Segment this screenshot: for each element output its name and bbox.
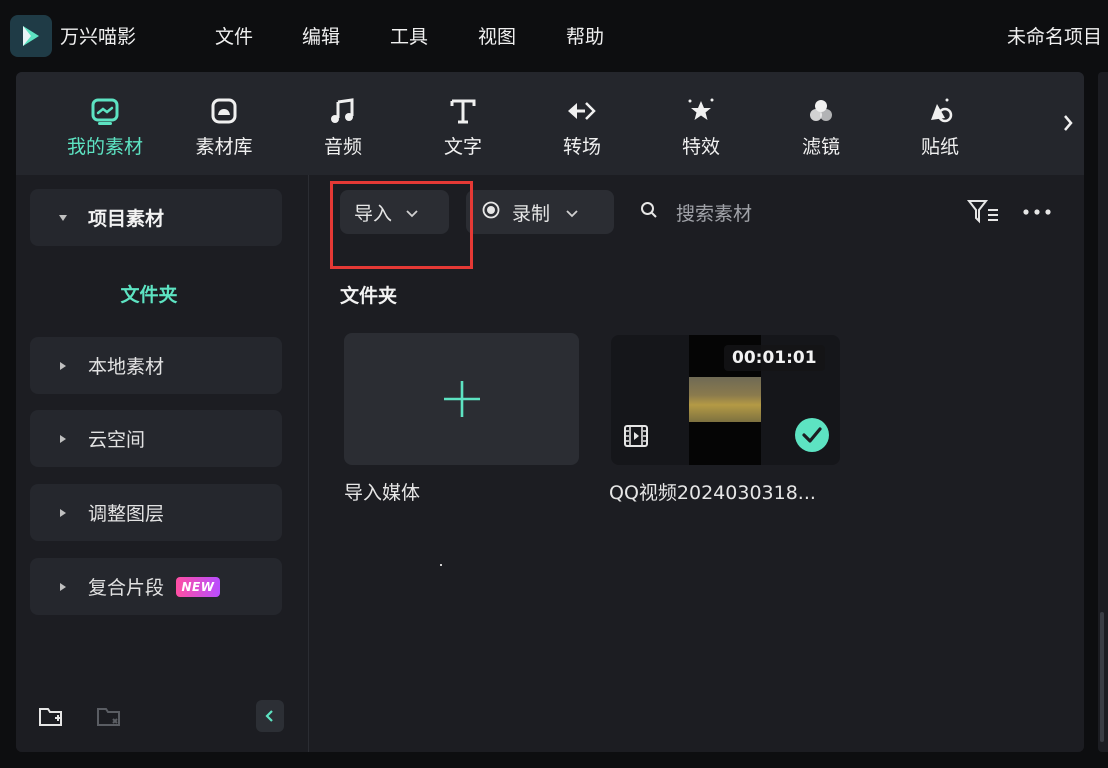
- project-name[interactable]: 未命名项目: [1007, 22, 1102, 49]
- caret-right-icon: [56, 508, 70, 518]
- text-t-icon: [446, 94, 480, 128]
- transition-icon: [565, 94, 599, 128]
- tool-stock-library[interactable]: 素材库: [179, 94, 269, 159]
- asset-toolbar: 我的素材 素材库 音频 文字 转场 特效 滤镜 贴纸: [16, 72, 1084, 175]
- effects-icon: [684, 94, 718, 128]
- tool-effects[interactable]: 特效: [656, 94, 746, 159]
- caret-right-icon: [56, 361, 70, 371]
- caret-down-icon: [56, 214, 70, 222]
- music-note-icon: [326, 94, 360, 128]
- tile-label: 导入媒体: [344, 482, 421, 504]
- film-strip-icon: [623, 423, 649, 449]
- video-thumbnail: [689, 377, 761, 422]
- collapse-sidebar-button[interactable]: [256, 700, 284, 732]
- sidebar-item-cloud[interactable]: 云空间: [30, 410, 282, 467]
- sidebar-item-label: 云空间: [88, 429, 146, 451]
- stray-dot: [440, 564, 442, 566]
- tool-transition[interactable]: 转场: [537, 94, 627, 159]
- caret-right-icon: [56, 434, 70, 444]
- tool-label: 我的素材: [66, 136, 143, 158]
- sidebar-item-label: 本地素材: [88, 356, 165, 378]
- menu-help[interactable]: 帮助: [566, 22, 604, 49]
- stock-library-icon: [207, 94, 241, 128]
- media-panel: 我的素材 素材库 音频 文字 转场 特效 滤镜 贴纸 项目素材 文件夹 本地素材…: [16, 72, 1084, 752]
- filter-circles-icon: [804, 94, 838, 128]
- new-badge: NEW: [176, 576, 221, 597]
- duration-badge: 00:01:01: [724, 345, 825, 371]
- menu-view[interactable]: 视图: [478, 22, 516, 49]
- search-placeholder: 搜索素材: [676, 202, 753, 225]
- media-content: 导入 录制 搜索素材 文件夹 导入媒体 00:01:01 QQ视频2024030…: [310, 175, 1084, 752]
- tile-label: QQ视频2024030318...: [609, 482, 816, 504]
- filmora-logo-icon: [10, 15, 52, 57]
- record-dropdown-button[interactable]: 录制: [466, 190, 614, 234]
- new-folder-icon[interactable]: [36, 702, 66, 732]
- sticker-icon: [923, 94, 957, 128]
- sidebar-folder-item[interactable]: 文件夹: [16, 280, 282, 307]
- search-icon: [640, 201, 658, 223]
- video-clip-tile[interactable]: 00:01:01: [611, 335, 840, 465]
- sidebar-item-project-media[interactable]: 项目素材: [30, 189, 282, 246]
- selected-check-icon: [794, 417, 830, 453]
- section-title: 文件夹: [340, 285, 398, 307]
- tool-label: 特效: [681, 136, 720, 158]
- chevron-down-icon: [566, 203, 578, 222]
- my-media-icon: [88, 94, 122, 128]
- annotation-highlight-box: [330, 181, 473, 269]
- tool-label: 贴纸: [920, 136, 959, 158]
- right-panel-edge: [1098, 72, 1108, 752]
- sidebar-item-label: 项目素材: [88, 208, 165, 230]
- tool-filters[interactable]: 滤镜: [776, 94, 866, 159]
- tool-stickers[interactable]: 贴纸: [895, 94, 985, 159]
- tool-my-media[interactable]: 我的素材: [60, 94, 150, 159]
- scrollbar-thumb[interactable]: [1100, 612, 1104, 742]
- menu-file[interactable]: 文件: [215, 22, 253, 49]
- sidebar-item-label: 复合片段: [88, 577, 165, 599]
- import-media-tile[interactable]: [344, 333, 579, 465]
- tool-label: 素材库: [195, 136, 253, 158]
- menu-tools[interactable]: 工具: [390, 22, 428, 49]
- plus-icon: [443, 381, 480, 417]
- record-label: 录制: [512, 202, 551, 225]
- search-input[interactable]: 搜索素材: [640, 190, 940, 234]
- media-sidebar: 项目素材 文件夹 本地素材 云空间 调整图层 复合片段 NEW: [16, 175, 309, 752]
- sidebar-item-compound-clip[interactable]: 复合片段 NEW: [30, 558, 282, 615]
- tool-label: 转场: [562, 136, 601, 158]
- filter-sort-icon[interactable]: [966, 197, 1000, 227]
- sidebar-item-local-media[interactable]: 本地素材: [30, 337, 282, 394]
- title-bar: 万兴喵影 文件 编辑 工具 视图 帮助 未命名项目: [0, 0, 1108, 70]
- caret-right-icon: [56, 582, 70, 592]
- sidebar-item-adjustment-layer[interactable]: 调整图层: [30, 484, 282, 541]
- tool-audio[interactable]: 音频: [298, 94, 388, 159]
- tool-label: 文字: [443, 136, 482, 158]
- sidebar-item-label: 调整图层: [88, 503, 165, 525]
- delete-folder-icon[interactable]: [94, 702, 124, 732]
- record-icon: [482, 201, 500, 223]
- tool-label: 滤镜: [801, 136, 840, 158]
- tool-label: 音频: [323, 136, 362, 158]
- menu-edit[interactable]: 编辑: [302, 22, 340, 49]
- chevron-right-icon[interactable]: [1058, 108, 1078, 138]
- tool-text[interactable]: 文字: [418, 94, 508, 159]
- app-name: 万兴喵影: [60, 26, 137, 48]
- more-options-icon[interactable]: [1020, 199, 1054, 225]
